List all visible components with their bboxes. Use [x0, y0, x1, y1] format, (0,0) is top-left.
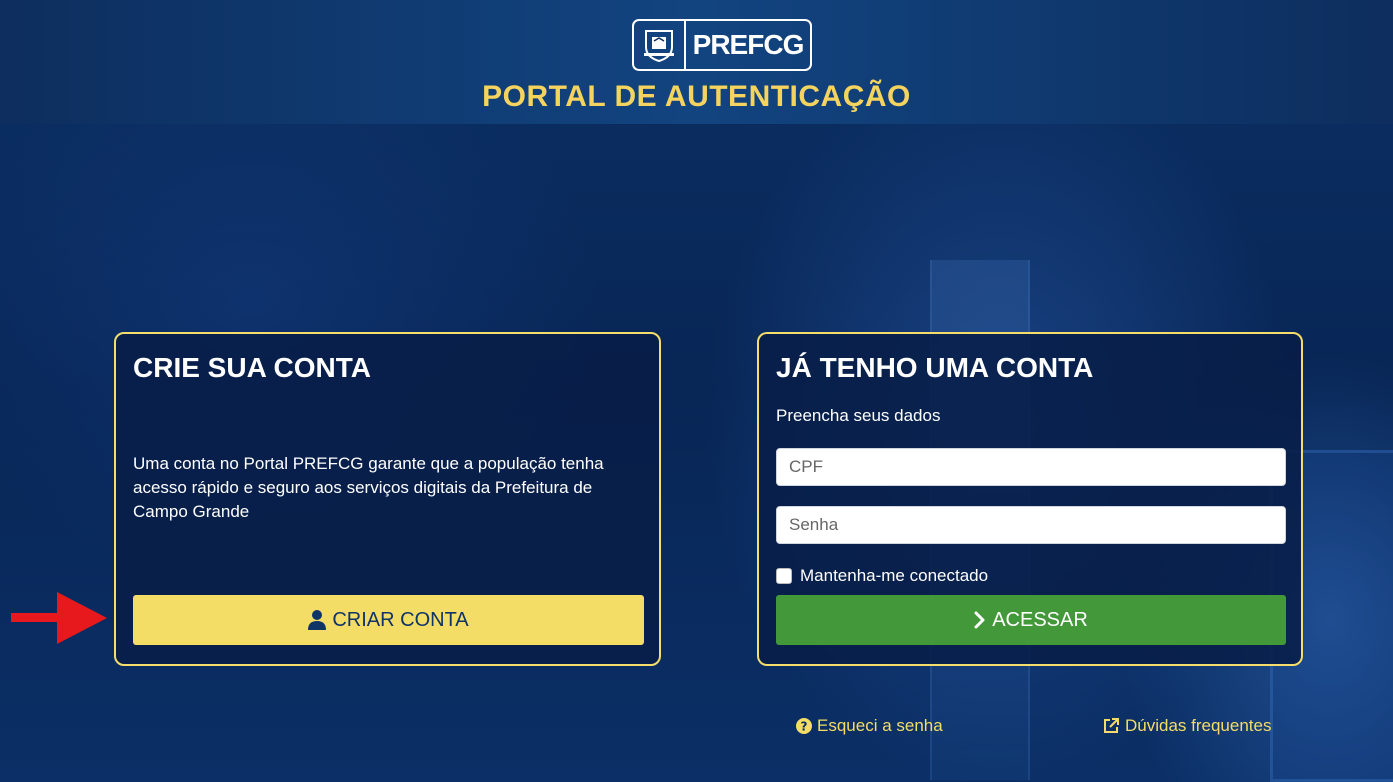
create-account-card: CRIE SUA CONTA Uma conta no Portal PREFC… [114, 332, 661, 666]
svg-text:?: ? [801, 720, 808, 734]
portal-title: PORTAL DE AUTENTICAÇÃO [482, 80, 911, 113]
chevron-right-icon [974, 611, 985, 629]
faq-link[interactable]: Dúvidas frequentes [1102, 716, 1271, 736]
create-account-title: CRIE SUA CONTA [133, 352, 371, 383]
forgot-password-label: Esqueci a senha [817, 716, 943, 735]
cpf-input[interactable] [776, 448, 1286, 486]
annotation-arrow-icon [11, 592, 107, 644]
city-seal-icon [634, 21, 686, 69]
prefcg-logo: PREFCG [632, 19, 812, 71]
login-subtitle: Preencha seus dados [776, 406, 941, 425]
login-card: JÁ TENHO UMA CONTA Preencha seus dados M… [757, 332, 1303, 666]
access-button[interactable]: ACESSAR [776, 595, 1286, 645]
remember-me[interactable]: Mantenha-me conectado [776, 566, 988, 586]
logo-text: PREFCG [692, 29, 805, 60]
external-link-icon [1104, 718, 1119, 733]
create-account-button[interactable]: CRIAR CONTA [133, 595, 644, 645]
create-account-description: Uma conta no Portal PREFCG garante que a… [133, 454, 604, 521]
remember-me-checkbox[interactable] [776, 568, 792, 584]
create-account-button-label: CRIAR CONTA [332, 608, 469, 631]
faq-label: Dúvidas frequentes [1125, 716, 1272, 735]
login-title: JÁ TENHO UMA CONTA [776, 352, 1094, 383]
user-icon [308, 610, 327, 630]
remember-me-label: Mantenha-me conectado [800, 566, 989, 585]
question-circle-icon: ? [796, 718, 812, 734]
password-input[interactable] [776, 506, 1286, 544]
access-button-label: ACESSAR [992, 608, 1088, 631]
forgot-password-link[interactable]: ? Esqueci a senha [796, 716, 943, 736]
header: PREFCG PORTAL DE AUTENTICAÇÃO [0, 0, 1393, 124]
